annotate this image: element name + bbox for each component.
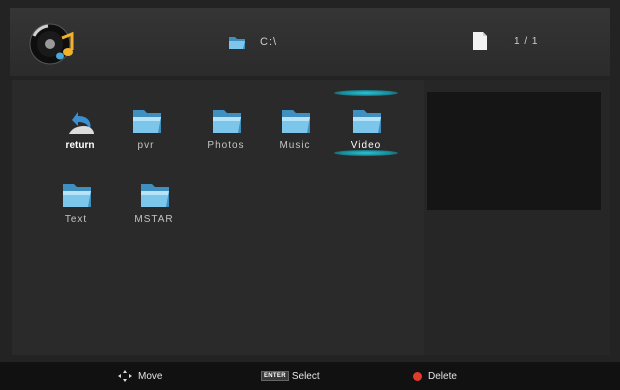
folder-icon xyxy=(63,184,91,207)
item-label: Photos xyxy=(207,140,245,151)
selection-highlight xyxy=(334,150,398,156)
folder-icon xyxy=(213,110,241,133)
select-hint: ENTER Select xyxy=(261,368,320,384)
folder-icon xyxy=(353,110,381,133)
return-icon xyxy=(69,112,94,134)
path-label: C:\ xyxy=(260,36,278,48)
selection-highlight xyxy=(334,90,398,96)
preview-pane xyxy=(427,92,601,210)
page-indicator: 1 / 1 xyxy=(472,28,538,54)
move-hint: Move xyxy=(118,368,162,384)
folder-icon xyxy=(141,184,169,207)
delete-label: Delete xyxy=(428,370,457,382)
return-item[interactable]: return xyxy=(50,92,110,156)
folder-icon xyxy=(282,110,310,133)
document-icon xyxy=(473,32,487,50)
item-label: Text xyxy=(64,214,88,225)
arrows-icon xyxy=(118,370,132,382)
folder-item-music[interactable]: Music xyxy=(265,92,325,156)
top-bar: C:\ 1 / 1 xyxy=(10,8,610,76)
folder-item-text[interactable]: Text xyxy=(46,166,106,230)
folder-icon xyxy=(133,110,161,133)
folder-item-photos[interactable]: Photos xyxy=(196,92,256,156)
select-label: Select xyxy=(291,370,320,382)
folder-icon xyxy=(229,37,245,49)
item-label: MSTAR xyxy=(134,214,174,225)
folder-item-mstar[interactable]: MSTAR xyxy=(124,166,184,230)
item-label: return xyxy=(65,140,95,151)
footer-hints: Move ENTER Select Delete xyxy=(0,362,620,390)
folder-item-pvr[interactable]: pvr xyxy=(116,92,176,156)
item-label: pvr xyxy=(137,140,155,151)
music-disc-icon xyxy=(29,23,74,65)
file-grid-panel: return pvr Photos Music Video Text MSTAR xyxy=(12,80,610,355)
move-label: Move xyxy=(138,370,163,382)
enter-key-icon: ENTER xyxy=(261,371,289,381)
item-label: Music xyxy=(279,140,311,151)
preview-column xyxy=(424,80,610,355)
red-button-icon xyxy=(413,371,422,381)
page-count: 1 / 1 xyxy=(514,35,539,47)
delete-hint: Delete xyxy=(413,368,457,384)
folder-item-video[interactable]: Video xyxy=(334,90,398,156)
media-browser: C:\ 1 / 1 return pvr Photos Music Video … xyxy=(0,0,620,390)
current-path: C:\ xyxy=(228,30,277,54)
